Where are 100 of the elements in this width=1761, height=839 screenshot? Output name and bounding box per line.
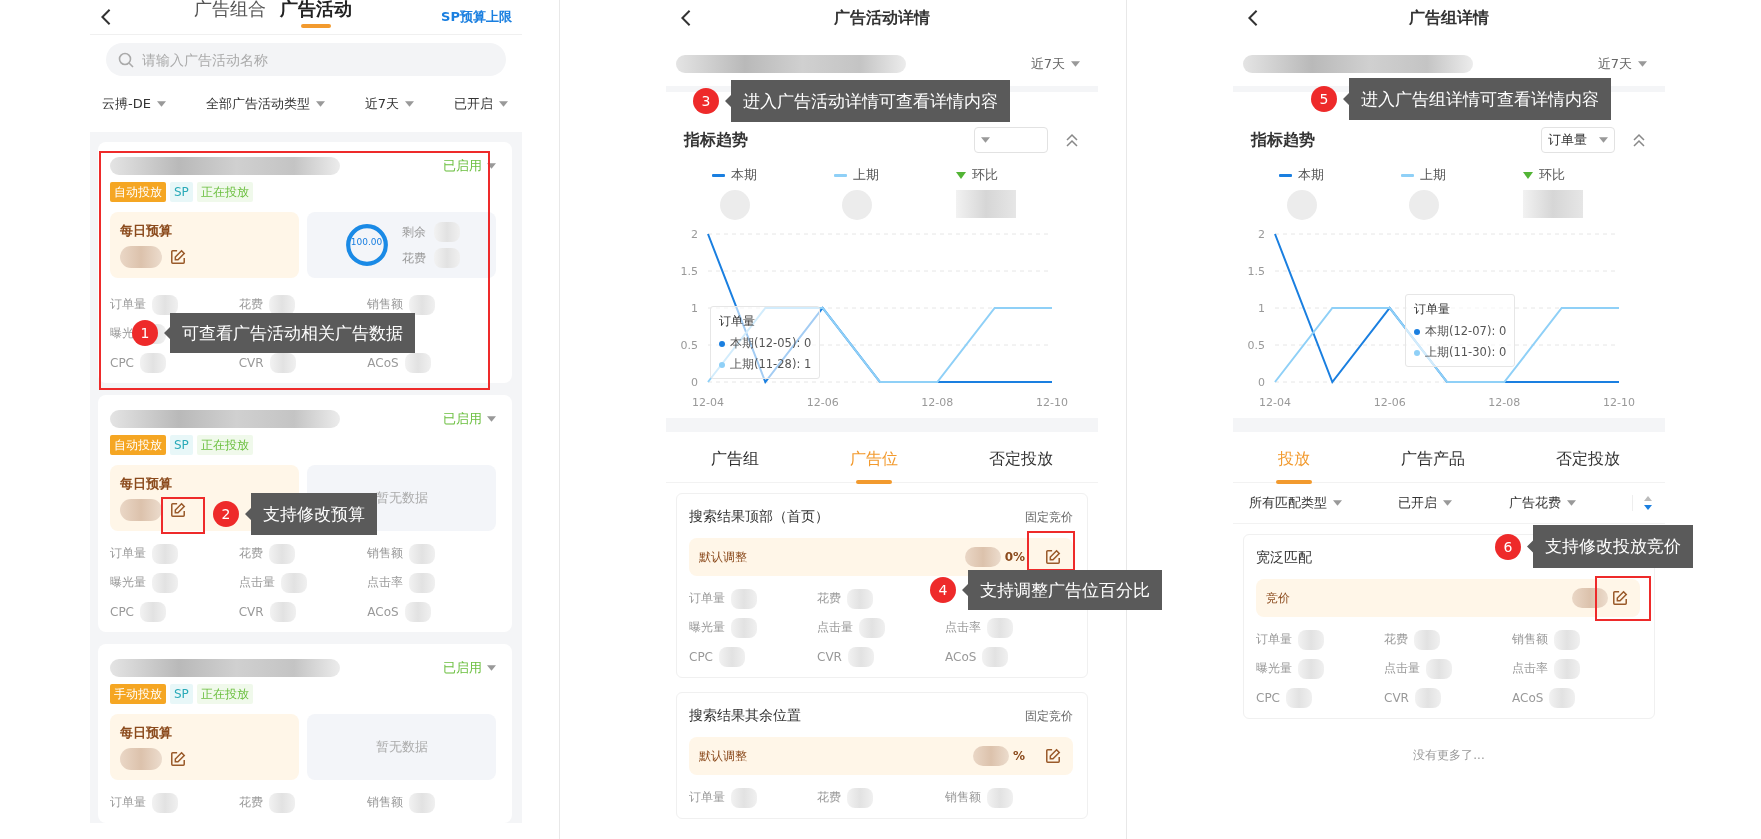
metric-label: 点击率 — [1512, 660, 1548, 677]
back-icon[interactable] — [680, 9, 692, 27]
caret-icon — [1443, 500, 1453, 506]
metric-label: CPC — [110, 604, 134, 619]
callout-tooltip: 支持调整广告位百分比 — [962, 570, 1162, 610]
blurred-value — [731, 617, 757, 638]
blurred-value — [152, 792, 178, 813]
tooltip-value: 本期(12-05): 0 — [730, 336, 812, 351]
y-tick-label: 0.5 — [680, 339, 698, 352]
blurred-value — [404, 601, 431, 622]
adjustment-value: % — [1012, 749, 1025, 763]
collapse-icon[interactable] — [1064, 132, 1080, 148]
metric-label: 曝光量 — [689, 619, 725, 636]
blurred-value — [731, 787, 757, 808]
metric-label: 花费 — [817, 590, 841, 607]
filter-dropdown[interactable]: 近7天 — [364, 95, 415, 113]
metric-label: CVR — [238, 604, 264, 619]
tag: 正在投放 — [196, 684, 253, 704]
metric-label: CPC — [689, 649, 713, 664]
bid-label: 竞价 — [1266, 589, 1290, 607]
match-type: 宽泛匹配 — [1256, 549, 1312, 567]
callout-tooltip: 进入广告活动详情可查看详情内容 — [725, 80, 1010, 122]
blurred-value — [280, 572, 307, 593]
tab[interactable]: 广告产品 — [1397, 440, 1469, 484]
caret-icon — [487, 665, 496, 671]
edit-icon[interactable] — [1045, 748, 1061, 764]
filter-dropdown[interactable]: 全部广告活动类型 — [205, 95, 325, 113]
tab[interactable]: 广告组合 — [194, 0, 266, 32]
y-tick-label: 2 — [691, 228, 698, 241]
metric-label: 订单量 — [110, 545, 146, 562]
budget-limit-link[interactable]: SP预算上限 — [441, 8, 512, 26]
blurred-value — [719, 646, 745, 667]
blurred-value — [409, 572, 436, 593]
tooltip-value: 上期(11-30): 0 — [1425, 345, 1507, 360]
blurred-value — [1554, 629, 1580, 650]
edit-icon[interactable] — [170, 249, 186, 265]
sort-icon[interactable] — [1632, 495, 1653, 511]
x-tick-label: 12-10 — [1036, 396, 1068, 409]
metric-label: CVR — [1384, 690, 1409, 705]
metric-label: 点击率 — [945, 619, 981, 636]
search-field[interactable]: 请输入广告活动名称 — [106, 43, 506, 76]
y-tick-label: 0.5 — [1247, 339, 1265, 352]
filter-dropdown[interactable]: 广告花费 — [1508, 494, 1576, 512]
legend-label: 本期 — [731, 166, 757, 184]
metric-label: 销售额 — [367, 794, 404, 811]
filter-dropdown[interactable]: 云搏-DE — [102, 95, 166, 113]
edit-icon[interactable] — [1045, 549, 1061, 565]
tab[interactable]: 否定投放 — [984, 440, 1057, 484]
metric-label: ACoS — [367, 604, 399, 619]
tab[interactable]: 否定投放 — [1551, 440, 1624, 484]
legend-label: 环比 — [1539, 166, 1565, 184]
filter-dropdown[interactable]: 所有匹配类型 — [1249, 494, 1342, 512]
x-tick-label: 12-08 — [1488, 396, 1521, 409]
caret-icon — [487, 416, 496, 422]
tag: 自动投放 — [110, 435, 166, 455]
metric-label: 订单量 — [689, 789, 725, 806]
metric-label: 销售额 — [1512, 631, 1548, 648]
edit-icon[interactable] — [1612, 590, 1628, 606]
tag: 手动投放 — [110, 684, 166, 704]
filter-dropdown[interactable]: 已开启 — [453, 95, 508, 113]
blurred-value — [847, 588, 873, 609]
page-title: 广告组详情 — [1409, 7, 1489, 29]
metric-dropdown[interactable]: 订单量 — [1541, 127, 1615, 153]
metric-label: 曝光量 — [1256, 660, 1292, 677]
metric-label: 花费 — [1384, 631, 1408, 648]
section-title: 指标趋势 — [684, 129, 748, 151]
search-icon — [118, 52, 134, 68]
back-icon[interactable] — [100, 8, 112, 26]
caret-icon — [405, 101, 415, 107]
edit-icon[interactable] — [170, 751, 186, 767]
metric-label: CPC — [1256, 690, 1280, 705]
y-tick-label: 1 — [1258, 302, 1265, 315]
blurred-value — [1298, 658, 1324, 679]
metric-label: 订单量 — [110, 296, 146, 313]
date-range-dropdown[interactable]: 近7天 — [1597, 55, 1647, 73]
x-tick-label: 12-10 — [1603, 396, 1635, 409]
y-tick-label: 0 — [691, 376, 698, 389]
metric-label: 曝光量 — [110, 574, 146, 591]
ring-value: 100.00 — [349, 237, 384, 247]
metric-label: 销售额 — [945, 789, 981, 806]
caret-icon — [1566, 500, 1576, 506]
tab[interactable]: 广告组 — [707, 440, 764, 484]
highlight-frame — [161, 497, 205, 534]
filter-dropdown[interactable]: 已开启 — [1398, 494, 1453, 512]
campaign-card[interactable]: 已启用 手动投放 SP 正在投放 每日预算 暂无数据 订单量 花费 销售额 — [98, 644, 512, 823]
collapse-icon[interactable] — [1631, 132, 1647, 148]
x-tick-label: 12-06 — [1373, 396, 1406, 409]
spend-label: 剩余 — [401, 223, 426, 241]
date-range-dropdown[interactable]: 近7天 — [1030, 55, 1080, 73]
caret-icon — [1599, 137, 1608, 143]
blurred-value — [972, 746, 1009, 766]
tab[interactable]: 广告活动 — [280, 0, 352, 32]
edit-icon[interactable] — [170, 502, 186, 518]
tag: 正在投放 — [196, 182, 253, 202]
metric-label: CVR — [238, 355, 264, 370]
blurred-value — [409, 294, 436, 315]
budget-label: 每日预算 — [120, 475, 173, 493]
back-icon[interactable] — [1247, 9, 1259, 27]
blurred-value — [120, 499, 162, 521]
blurred-value — [982, 646, 1009, 667]
